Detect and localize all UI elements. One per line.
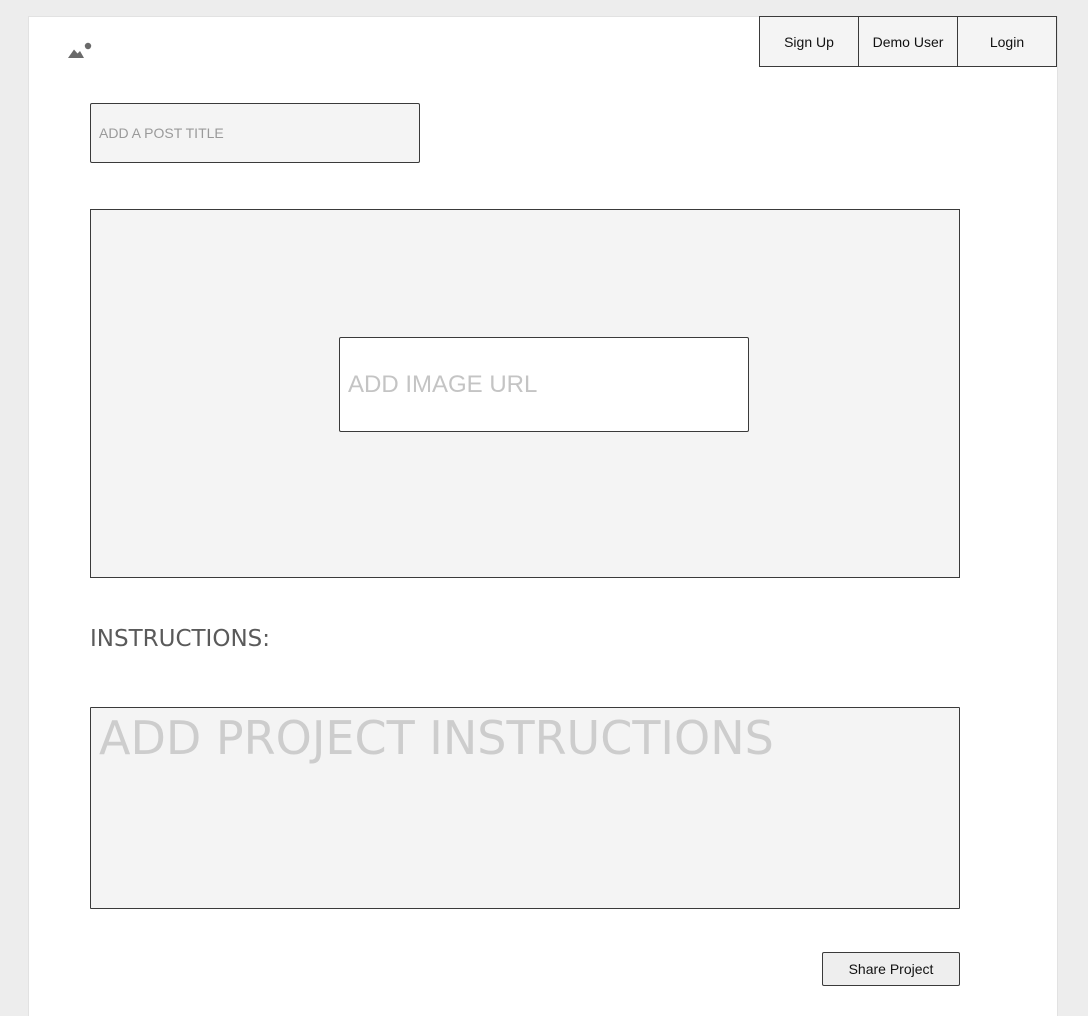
instructions-heading: INSTRUCTIONS: <box>90 626 271 652</box>
post-title-input[interactable] <box>90 103 420 163</box>
mountain-sun-icon[interactable] <box>68 40 94 60</box>
top-nav: Sign Up Demo User Login <box>759 16 1057 67</box>
login-button[interactable]: Login <box>957 16 1057 67</box>
demo-user-button[interactable]: Demo User <box>858 16 958 67</box>
sign-up-button[interactable]: Sign Up <box>759 16 859 67</box>
share-project-button[interactable]: Share Project <box>822 952 960 986</box>
image-url-input[interactable] <box>339 337 749 432</box>
project-instructions-input[interactable] <box>90 707 960 909</box>
